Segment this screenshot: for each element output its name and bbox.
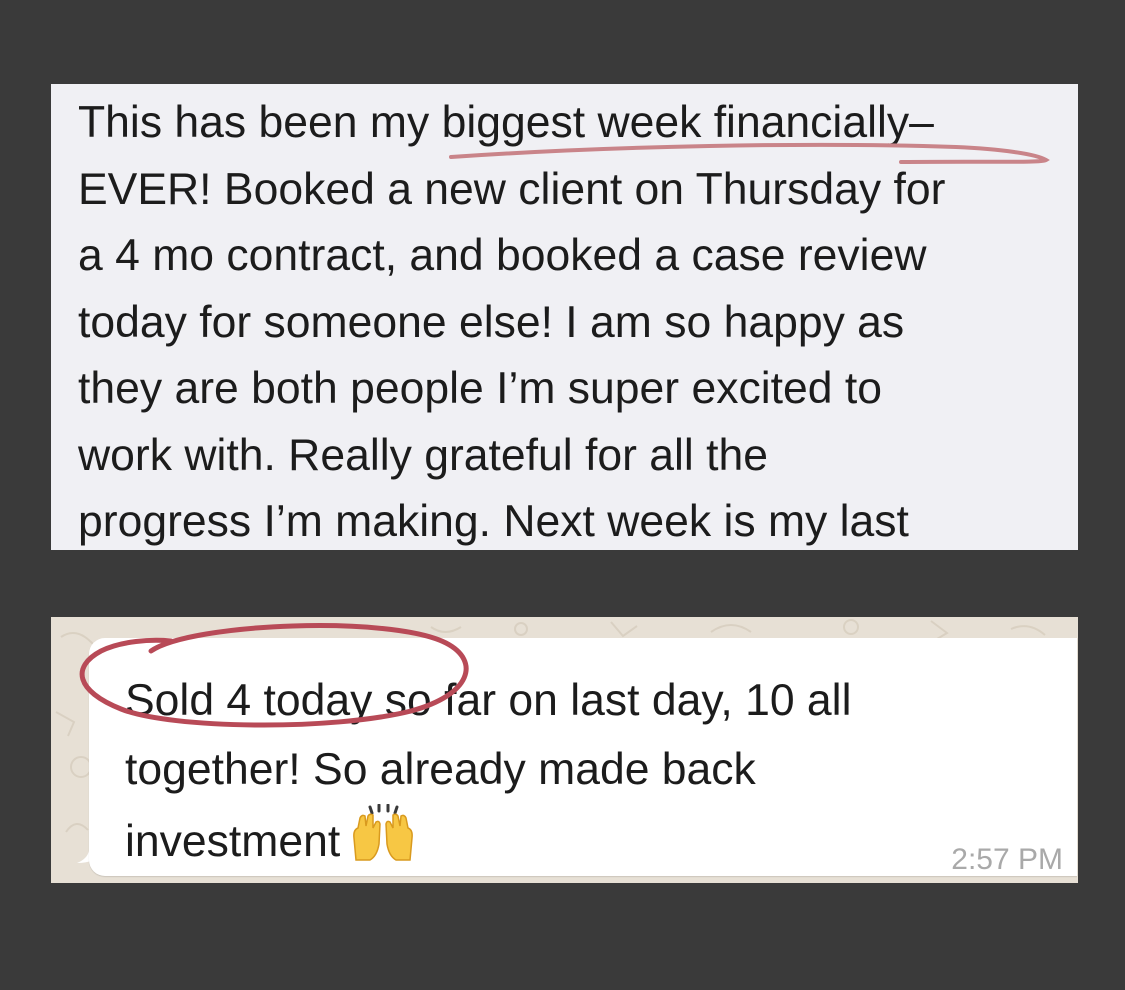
chat-line: together! So already made back [125,745,756,794]
message-line: EVER! Booked a new client on Thursday fo… [78,164,946,214]
chat-card-bottom: Sold 4 today so far on last day, 10 all … [51,617,1078,883]
chat-line-text: investment [125,817,341,866]
message-line: This has been my biggest week financiall… [78,98,934,147]
chat-message-text: Sold 4 today so far on last day, 10 all … [125,666,1025,882]
chat-line: Sold 4 today so far on last day, 10 all [125,676,852,725]
message-card-top: This has been my biggest week financiall… [51,84,1078,550]
message-line: they are both people I’m super excited t… [78,364,882,413]
message-text-top: This has been my biggest week financiall… [78,90,1068,550]
message-line: progress I’m making. Next week is my las… [78,497,909,546]
message-timestamp: 2:57 PM [951,843,1063,876]
chat-line: investment [125,803,1025,882]
chat-bubble[interactable]: Sold 4 today so far on last day, 10 all … [89,638,1077,876]
message-line: today for someone else! I am so happy as [78,297,905,347]
message-line: a 4 mo contract, and booked a case revie… [78,231,927,280]
message-line: work with. Really grateful for all the [78,430,769,480]
raising-hands-emoji [348,803,418,882]
